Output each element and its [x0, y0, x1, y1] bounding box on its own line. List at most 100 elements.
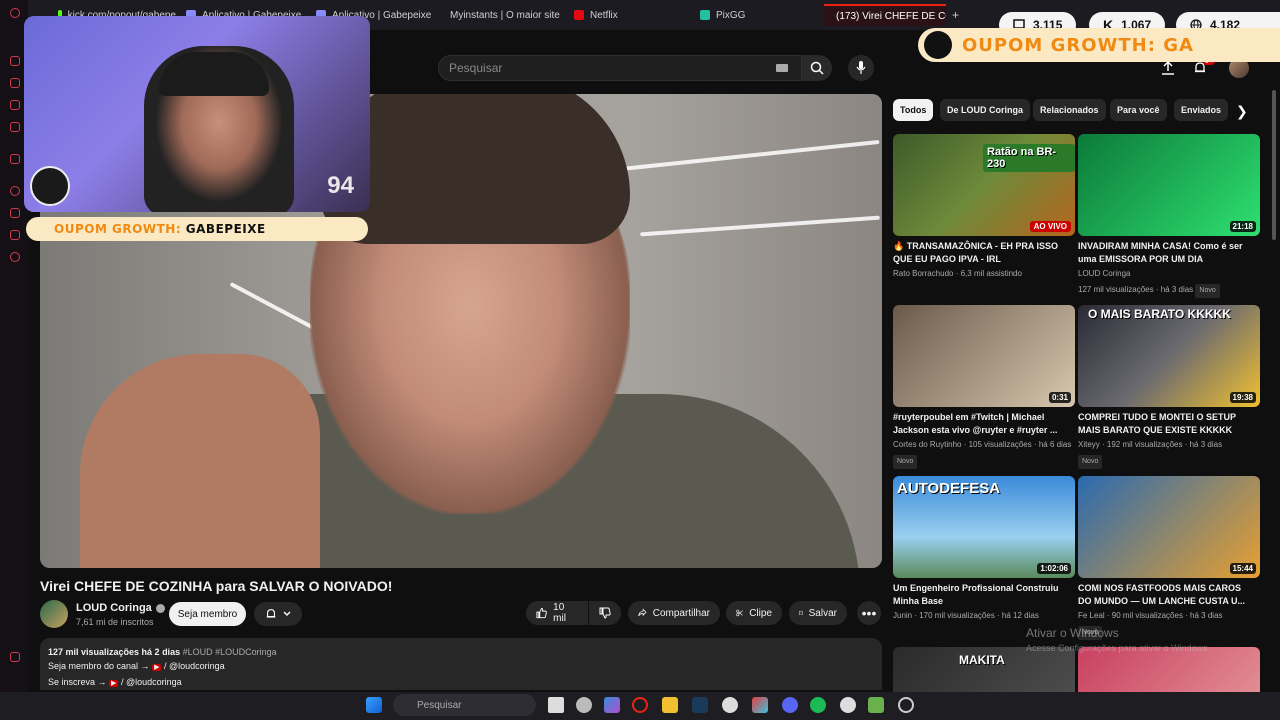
video-thumbnail[interactable]: 15:44: [1078, 476, 1260, 578]
sidebar-app-icon[interactable]: [10, 78, 20, 88]
browser-tab[interactable]: Myinstants | O maior site d: [444, 6, 562, 24]
taskbar-search-input[interactable]: Pesquisar: [393, 694, 536, 716]
chip-for-you[interactable]: Para você: [1110, 99, 1167, 121]
chip-uploaded[interactable]: Enviados: [1174, 99, 1228, 121]
webcam-number: 94: [327, 172, 354, 199]
video-thumbnail[interactable]: MAKITA: [893, 647, 1075, 692]
recommendation-title[interactable]: #ruyterpoubel em #Twitch | Michael Jacks…: [893, 411, 1061, 437]
share-icon: [638, 608, 647, 617]
windows-start-icon[interactable]: [366, 697, 382, 713]
copilot-icon[interactable]: [604, 697, 620, 713]
description-link[interactable]: / @loudcoringa: [164, 661, 225, 671]
like-button[interactable]: 10 mil: [526, 601, 588, 625]
description-line: Se inscreva →: [48, 677, 107, 687]
youtube-icon: ▶: [109, 680, 119, 687]
video-thumbnail[interactable]: 0:31: [893, 305, 1075, 407]
chip-related[interactable]: Relacionados: [1033, 99, 1106, 121]
more-actions-button[interactable]: •••: [857, 601, 881, 625]
channel-avatar[interactable]: [40, 600, 68, 628]
thumbs-up-icon: [536, 607, 547, 619]
discord-icon[interactable]: [782, 697, 798, 713]
sidebar-app-icon[interactable]: [10, 230, 20, 240]
recommendation-title[interactable]: COMPREI TUDO E MONTEI O SETUP MAIS BARAT…: [1078, 411, 1246, 437]
recommendation-card[interactable]: AUTODEFESA 1:02:06 Um Engenheiro Profiss…: [893, 476, 1075, 622]
clip-button[interactable]: Clipe: [726, 601, 782, 625]
video-title: Virei CHEFE DE COZINHA para SALVAR O NOI…: [40, 578, 393, 594]
sidebar-app-icon[interactable]: [10, 186, 20, 196]
netflix-icon: [574, 10, 584, 20]
browser-tab[interactable]: PixGG: [700, 6, 818, 24]
video-thumbnail[interactable]: [1078, 647, 1260, 692]
recommendation-card[interactable]: MAKITA: [893, 647, 1075, 692]
recommendation-title[interactable]: COMI NOS FASTFOODS MAIS CAROS DO MUNDO —…: [1078, 582, 1246, 608]
app-icon[interactable]: [722, 697, 738, 713]
twitch-icon[interactable]: [10, 154, 20, 164]
file-explorer-icon[interactable]: [662, 697, 678, 713]
spotify-icon[interactable]: [810, 697, 826, 713]
webcam-coupon-banner: OUPOM GROWTH: GABEPEIXE: [26, 217, 368, 241]
sidebar-app-icon[interactable]: [10, 56, 20, 66]
opera-icon[interactable]: [632, 697, 648, 713]
video-thumbnail[interactable]: AUTODEFESA 1:02:06: [893, 476, 1075, 578]
channel-name[interactable]: LOUD Coringa: [76, 602, 165, 614]
browser-tab[interactable]: Netflix: [574, 6, 692, 24]
upload-icon: [1162, 61, 1174, 75]
recommendation-title[interactable]: Um Engenheiro Profissional Construiu Min…: [893, 582, 1061, 608]
new-tab-button[interactable]: +: [952, 8, 959, 22]
recommendation-card[interactable]: [1078, 647, 1260, 692]
sidebar-app-icon[interactable]: [10, 208, 20, 218]
recommendation-card[interactable]: O MAIS BARATO KKKKK 19:38 COMPREI TUDO E…: [1078, 305, 1260, 469]
recommendation-card[interactable]: 0:31 #ruyterpoubel em #Twitch | Michael …: [893, 305, 1075, 469]
video-thumbnail[interactable]: O MAIS BARATO KKKKK 19:38: [1078, 305, 1260, 407]
scrollbar[interactable]: [1272, 90, 1276, 240]
chip-from-channel[interactable]: De LOUD Coringa: [940, 99, 1031, 121]
sidebar-app-icon[interactable]: [10, 100, 20, 110]
chip-all[interactable]: Todos: [893, 99, 934, 121]
description-box[interactable]: 127 mil visualizações há 2 dias #LOUD #L…: [40, 638, 882, 690]
save-button[interactable]: Salvar: [789, 601, 847, 625]
sidebar-app-icon[interactable]: [10, 652, 20, 662]
coupon-banner: OUPOM GROWTH: GA: [918, 28, 1280, 62]
duration-badge: 0:31: [1048, 392, 1071, 403]
app-icon[interactable]: [868, 697, 884, 713]
verified-icon: [155, 603, 165, 613]
recommendation-card[interactable]: 21:18 INVADIRAM MINHA CASA! Como é ser u…: [1078, 134, 1260, 298]
streamer-cap: [159, 52, 269, 96]
new-badge: Novo: [1195, 284, 1220, 298]
task-view-icon[interactable]: [548, 697, 564, 713]
subscription-bell-button[interactable]: [254, 602, 302, 626]
recommendation-title[interactable]: INVADIRAM MINHA CASA! Como é ser uma EMI…: [1078, 240, 1246, 266]
subscriber-count: 7,61 mi de inscritos: [76, 617, 154, 627]
duration-badge: 21:18: [1229, 221, 1256, 232]
keyboard-icon[interactable]: [776, 64, 788, 72]
chevron-right-icon[interactable]: ❯: [1236, 103, 1248, 120]
app-icon[interactable]: [576, 697, 592, 713]
steam-icon[interactable]: [692, 697, 708, 713]
dislike-button[interactable]: [589, 601, 621, 625]
bookmark-icon: [799, 610, 803, 616]
app-icon[interactable]: [752, 697, 768, 713]
new-badge: Novo: [1078, 455, 1103, 469]
search-button[interactable]: [802, 55, 832, 81]
growth-logo-icon: [924, 31, 952, 59]
settings-icon[interactable]: [10, 252, 20, 262]
video-thumbnail[interactable]: Ratão na BR-230 AO VIVO: [893, 134, 1075, 236]
recommendation-card[interactable]: 15:44 COMI NOS FASTFOODS MAIS CAROS DO M…: [1078, 476, 1260, 640]
video-thumbnail[interactable]: 21:18: [1078, 134, 1260, 236]
duration-badge: 1:02:06: [1037, 563, 1071, 574]
obs-icon[interactable]: [898, 697, 914, 713]
sidebar-app-icon[interactable]: [10, 122, 20, 132]
browser-tab-active[interactable]: (173) Virei CHEFE DE COZ: [824, 4, 946, 26]
share-button[interactable]: Compartilhar: [628, 601, 720, 625]
recommendation-title[interactable]: 🔥 TRANSAMAZÔNICA - EH PRA ISSO QUE EU PA…: [893, 240, 1061, 266]
description-link[interactable]: / @loudcoringa: [121, 677, 182, 687]
hashtags[interactable]: #LOUD #LOUDCoringa: [183, 647, 277, 657]
voice-search-button[interactable]: [848, 55, 874, 81]
search-input[interactable]: Pesquisar: [438, 55, 802, 81]
join-button[interactable]: Seja membro: [169, 602, 246, 626]
webcam-overlay: 94: [24, 16, 370, 212]
app-icon[interactable]: [840, 697, 856, 713]
recommendation-card[interactable]: Ratão na BR-230 AO VIVO 🔥 TRANSAMAZÔNICA…: [893, 134, 1075, 280]
streamer-logo-icon: [30, 166, 70, 206]
opera-icon[interactable]: [10, 8, 20, 18]
